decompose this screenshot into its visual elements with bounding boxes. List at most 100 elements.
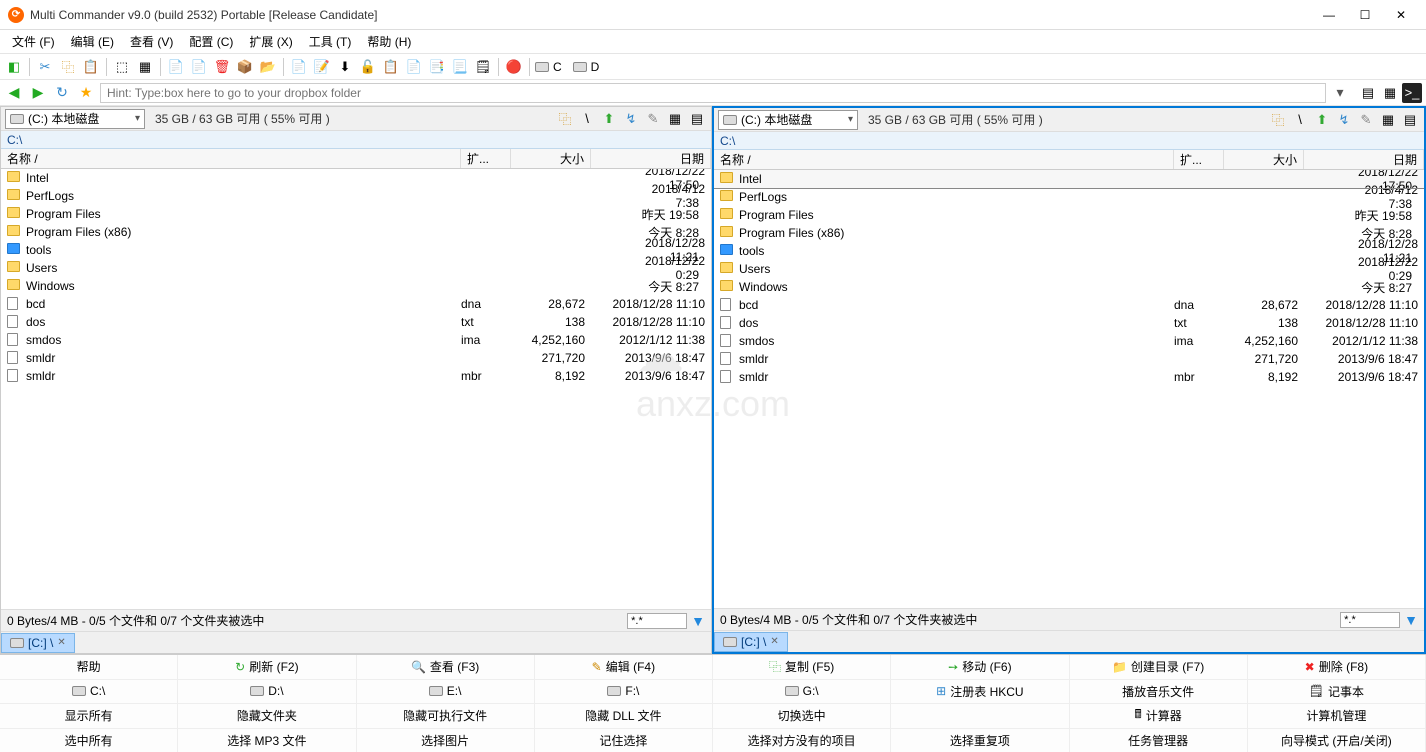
refresh-icon[interactable]: ↯	[621, 109, 641, 129]
function-button[interactable]: C:\	[0, 680, 178, 704]
file-row[interactable]: smldr mbr 8,192 2013/9/6 18:47	[714, 368, 1424, 386]
tree-icon[interactable]: ⿻	[1268, 110, 1288, 130]
file-row[interactable]: smdos ima 4,252,160 2012/1/12 11:38	[1, 331, 711, 349]
file-row[interactable]: Windows 今天 8:27	[714, 278, 1424, 296]
favorite-icon[interactable]: ★	[76, 83, 96, 103]
unpack-icon[interactable]: 📂	[258, 57, 278, 77]
layout1-icon[interactable]: ▤	[1358, 83, 1378, 103]
col-ext[interactable]: 扩...	[1174, 150, 1224, 169]
tree-icon[interactable]: ⿻	[555, 109, 575, 129]
up-icon[interactable]: ⬆	[1312, 110, 1332, 130]
file-row[interactable]: PerfLogs 2018/4/12 7:38	[1, 187, 711, 205]
function-button[interactable]: 🔍查看 (F3)	[357, 655, 535, 679]
tool3-icon[interactable]: ⬇	[335, 57, 355, 77]
function-button[interactable]: 隐藏 DLL 文件	[535, 704, 713, 728]
delete-file-icon[interactable]: 🗑	[212, 57, 232, 77]
function-button[interactable]: ⊞注册表 HKCU	[891, 680, 1069, 704]
file-list[interactable]: Intel 2018/12/22 17:50 PerfLogs 2018/4/1…	[714, 170, 1424, 608]
file-row[interactable]: Program Files 昨天 19:58	[714, 206, 1424, 224]
col-name[interactable]: 名称 /	[714, 150, 1174, 169]
wand-icon[interactable]: ✎	[643, 109, 663, 129]
path-bar[interactable]: C:\	[1, 131, 711, 149]
drive-combo[interactable]: (C:) 本地磁盘 ▾	[718, 110, 858, 130]
tool7-icon[interactable]: 📑	[427, 57, 447, 77]
menu-item[interactable]: 查看 (V)	[124, 31, 179, 52]
select2-icon[interactable]: ▦	[135, 57, 155, 77]
function-button[interactable]: 任务管理器	[1070, 729, 1248, 752]
tool8-icon[interactable]: 📃	[450, 57, 470, 77]
pack-icon[interactable]: 📦	[235, 57, 255, 77]
maximize-button[interactable]: ☐	[1356, 8, 1374, 22]
address-dropdown-icon[interactable]: ▾	[1330, 83, 1350, 103]
file-row[interactable]: tools 2018/12/28 11:21	[714, 242, 1424, 260]
col-size[interactable]: 大小	[511, 149, 591, 168]
function-button[interactable]: G:\	[713, 680, 891, 704]
address-input[interactable]	[100, 83, 1326, 103]
tool9-icon[interactable]: 🗒	[473, 57, 493, 77]
function-button[interactable]: 帮助	[0, 655, 178, 679]
wand-icon[interactable]: ✎	[1356, 110, 1376, 130]
move-file-icon[interactable]: 📄	[189, 57, 209, 77]
file-row[interactable]: Windows 今天 8:27	[1, 277, 711, 295]
function-button[interactable]: E:\	[357, 680, 535, 704]
select-icon[interactable]: ⬚	[112, 57, 132, 77]
menu-item[interactable]: 编辑 (E)	[65, 31, 120, 52]
close-tab-icon[interactable]: ✕	[57, 637, 65, 648]
grid-icon[interactable]: ▦	[1378, 110, 1398, 130]
function-button[interactable]: 切换选中	[713, 704, 891, 728]
function-button[interactable]: 选中所有	[0, 729, 178, 752]
file-row[interactable]: Program Files (x86) 今天 8:28	[1, 223, 711, 241]
menu-item[interactable]: 扩展 (X)	[243, 31, 298, 52]
back-icon[interactable]: ◀	[4, 83, 24, 103]
sep-icon[interactable]: \	[1290, 110, 1310, 130]
file-row[interactable]: dos txt 138 2018/12/28 11:10	[1, 313, 711, 331]
function-button[interactable]: ✎编辑 (F4)	[535, 655, 713, 679]
tool5-icon[interactable]: 📋	[381, 57, 401, 77]
col-ext[interactable]: 扩...	[461, 149, 511, 168]
function-button[interactable]: 选择 MP3 文件	[178, 729, 356, 752]
function-button[interactable]: 隐藏可执行文件	[357, 704, 535, 728]
close-tab-icon[interactable]: ✕	[770, 636, 778, 647]
col-size[interactable]: 大小	[1224, 150, 1304, 169]
filter-icon[interactable]: ▼	[691, 613, 705, 629]
function-button[interactable]: 显示所有	[0, 704, 178, 728]
function-button[interactable]: 选择图片	[357, 729, 535, 752]
file-row[interactable]: Users 2018/12/22 0:29	[714, 260, 1424, 278]
close-button[interactable]: ✕	[1392, 8, 1410, 22]
col-date[interactable]: 日期	[591, 149, 711, 168]
function-button[interactable]: 隐藏文件夹	[178, 704, 356, 728]
history-icon[interactable]: ↻	[52, 83, 72, 103]
function-button[interactable]: 选择重复项	[891, 729, 1069, 752]
file-row[interactable]: Program Files 昨天 19:58	[1, 205, 711, 223]
grid-icon[interactable]: ▦	[665, 109, 685, 129]
function-button[interactable]: ↻刷新 (F2)	[178, 655, 356, 679]
color-icon[interactable]: 🔴	[504, 57, 524, 77]
path-bar[interactable]: C:\	[714, 132, 1424, 150]
file-row[interactable]: smldr 271,720 2013/9/6 18:47	[1, 349, 711, 367]
filter-icon[interactable]: ▼	[1404, 612, 1418, 628]
file-row[interactable]: Program Files (x86) 今天 8:28	[714, 224, 1424, 242]
file-row[interactable]: smldr 271,720 2013/9/6 18:47	[714, 350, 1424, 368]
refresh-icon[interactable]: ↯	[1334, 110, 1354, 130]
file-row[interactable]: smldr mbr 8,192 2013/9/6 18:47	[1, 367, 711, 385]
file-row[interactable]: smdos ima 4,252,160 2012/1/12 11:38	[714, 332, 1424, 350]
function-button[interactable]: 🖩计算器	[1070, 704, 1248, 728]
function-button[interactable]: 计算机管理	[1248, 704, 1426, 728]
function-button[interactable]: 记住选择	[535, 729, 713, 752]
file-row[interactable]: Users 2018/12/22 0:29	[1, 259, 711, 277]
sep-icon[interactable]: \	[577, 109, 597, 129]
function-button[interactable]: F:\	[535, 680, 713, 704]
list-icon[interactable]: ▤	[1400, 110, 1420, 130]
copy-icon[interactable]: ⿻	[58, 57, 78, 77]
copy-file-icon[interactable]: 📄	[166, 57, 186, 77]
paste-icon[interactable]: 📋	[81, 57, 101, 77]
menu-item[interactable]: 工具 (T)	[303, 31, 358, 52]
file-row[interactable]: dos txt 138 2018/12/28 11:10	[714, 314, 1424, 332]
function-button[interactable]: 选择对方没有的项目	[713, 729, 891, 752]
toolbar-drive-c[interactable]: C	[535, 60, 562, 74]
up-icon[interactable]: ⬆	[599, 109, 619, 129]
function-button[interactable]: ✖删除 (F8)	[1248, 655, 1426, 679]
function-button[interactable]: 播放音乐文件	[1070, 680, 1248, 704]
list-icon[interactable]: ▤	[687, 109, 707, 129]
toolbar-drive-d[interactable]: D	[573, 60, 600, 74]
